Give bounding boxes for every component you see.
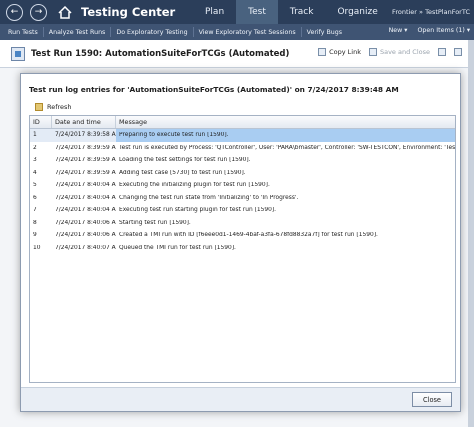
open-items-menu[interactable]: Open Items (1) ▾ — [417, 27, 470, 34]
grid-rows: 1 7/24/2017 8:39:58 AM Preparing to execut… — [30, 129, 455, 254]
cell-id: 10 — [33, 244, 41, 251]
table-row[interactable]: 5 7/24/2017 8:40:04 AM Executing the initi… — [30, 179, 455, 192]
cell-id: 9 — [33, 232, 37, 239]
cell-id: 3 — [33, 157, 37, 164]
table-row[interactable]: 4 7/24/2017 8:39:59 AM Adding test case [5… — [30, 167, 455, 180]
verify-bugs-link[interactable]: Verify Bugs — [302, 27, 347, 37]
refresh-icon[interactable] — [35, 103, 43, 111]
cell-id: 2 — [33, 144, 37, 151]
cell-message: Loading the test settings for test run [… — [119, 157, 251, 164]
cell-datetime: 7/24/2017 8:40:06 AM — [55, 219, 116, 226]
table-row[interactable]: 3 7/24/2017 8:39:59 AM Loading the test se… — [30, 154, 455, 167]
copy-link-button[interactable]: Copy Link — [318, 48, 361, 56]
pane-header: Test Run 1590: AutomationSuiteForTCGs (A… — [0, 40, 474, 68]
new-menu[interactable]: New ▾ — [389, 27, 408, 34]
column-header-message[interactable]: Message — [116, 116, 455, 128]
cell-datetime: 7/24/2017 8:39:58 AM — [52, 129, 116, 142]
cell-datetime: 7/24/2017 8:40:04 AM — [55, 182, 116, 189]
cell-datetime: 7/24/2017 8:40:04 AM — [55, 194, 116, 201]
table-row[interactable]: 6 7/24/2017 8:40:04 AM Changing the test r… — [30, 192, 455, 205]
cell-datetime: 7/24/2017 8:39:59 AM — [55, 157, 116, 164]
cell-message: Preparing to execute test run [1590]. — [119, 132, 229, 139]
window-edge — [468, 40, 474, 427]
column-header-datetime[interactable]: Date and time — [52, 116, 116, 128]
save-and-close-label: Save and Close — [379, 48, 430, 56]
top-navigation-bar: ← → Testing Center Plan Test Track Organ… — [0, 0, 474, 24]
table-row[interactable]: 7 7/24/2017 8:40:04 AM Executing test run … — [30, 204, 455, 217]
cell-datetime: 7/24/2017 8:40:07 AM — [55, 244, 116, 251]
forward-button[interactable]: → — [30, 3, 47, 21]
cell-message: Adding test case [5730] to test run [159… — [119, 169, 246, 176]
log-entries-grid: ID Date and time Message 1 7/24/2017 8:39… — [29, 115, 456, 383]
run-tests-link[interactable]: Run Tests — [0, 27, 44, 37]
cell-datetime: 7/24/2017 8:39:59 AM — [55, 144, 116, 151]
exploratory-sessions-link[interactable]: View Exploratory Test Sessions — [194, 27, 302, 37]
project-breadcrumb[interactable]: Frontier » TestPlanForTC — [392, 8, 470, 16]
table-row[interactable]: 1 7/24/2017 8:39:58 AM Preparing to execut… — [30, 129, 455, 142]
cell-message: Created a TMI run with ID [f6eee0d1-1469… — [119, 232, 378, 239]
copy-link-label: Copy Link — [329, 48, 361, 56]
dialog-toolbar: Refresh — [29, 101, 451, 113]
cell-message: Queued the TMI run for test run [1590]. — [119, 244, 236, 251]
table-row[interactable]: 2 7/24/2017 8:39:59 AM Test run is execute… — [30, 142, 455, 155]
column-header-id[interactable]: ID — [30, 116, 52, 128]
cell-id: 5 — [33, 182, 37, 189]
cell-id: 6 — [33, 194, 37, 201]
dialog-title: Test run log entries for 'AutomationSuit… — [29, 85, 399, 94]
cell-message: Executing the initializing plugin for te… — [119, 182, 270, 189]
cell-datetime: 7/24/2017 8:40:06 AM — [55, 232, 116, 239]
back-button[interactable]: ← — [6, 3, 23, 21]
close-button[interactable]: Close — [412, 392, 452, 407]
exploratory-testing-link[interactable]: Do Exploratory Testing — [111, 27, 194, 37]
test-run-icon — [11, 46, 25, 61]
refresh-pane-icon[interactable] — [454, 48, 462, 56]
forward-arrow-icon: → — [34, 6, 43, 17]
table-row[interactable]: 10 7/24/2017 8:40:07 AM Queued the TMI run… — [30, 242, 455, 255]
cell-id: 7 — [33, 207, 37, 214]
tab-organize[interactable]: Organize — [325, 0, 389, 24]
cell-message: Starting test run [1590]. — [119, 219, 191, 226]
cell-message: Test run is executed by Process: 'QTCont… — [119, 144, 455, 151]
save-icon — [368, 48, 377, 56]
app-title: Testing Center — [81, 5, 176, 19]
table-row[interactable]: 9 7/24/2017 8:40:06 AM Created a TMI run w… — [30, 229, 455, 242]
grid-header: ID Date and time Message — [30, 116, 455, 129]
back-arrow-icon: ← — [10, 6, 19, 17]
home-icon — [58, 5, 72, 19]
cell-datetime: 7/24/2017 8:39:59 AM — [55, 169, 116, 176]
home-button[interactable] — [57, 4, 73, 20]
refresh-button[interactable]: Refresh — [47, 103, 72, 111]
cell-id: 4 — [33, 169, 37, 176]
dialog-footer: Close — [21, 387, 460, 411]
copy-link-icon — [318, 48, 327, 56]
table-row[interactable]: 8 7/24/2017 8:40:06 AM Starting test run [… — [30, 217, 455, 230]
save-and-close-button[interactable]: Save and Close — [368, 48, 430, 56]
log-entries-dialog: Test run log entries for 'AutomationSuit… — [20, 73, 461, 412]
tab-test[interactable]: Test — [236, 0, 278, 24]
activity-toolbar: Run Tests Analyze Test Runs Do Explorato… — [0, 24, 474, 40]
tab-track[interactable]: Track — [278, 0, 326, 24]
cell-message: Changing the test run state from 'Initia… — [119, 194, 299, 201]
cell-id: 1 — [30, 129, 52, 142]
analyze-test-runs-link[interactable]: Analyze Test Runs — [44, 27, 112, 37]
cell-id: 8 — [33, 219, 37, 226]
cell-datetime: 7/24/2017 8:40:04 AM — [55, 207, 116, 214]
cell-message: Executing test run starting plugin for t… — [119, 207, 277, 214]
tab-plan[interactable]: Plan — [193, 0, 236, 24]
pane-title: Test Run 1590: AutomationSuiteForTCGs (A… — [31, 48, 290, 59]
save-icon[interactable] — [438, 48, 446, 56]
